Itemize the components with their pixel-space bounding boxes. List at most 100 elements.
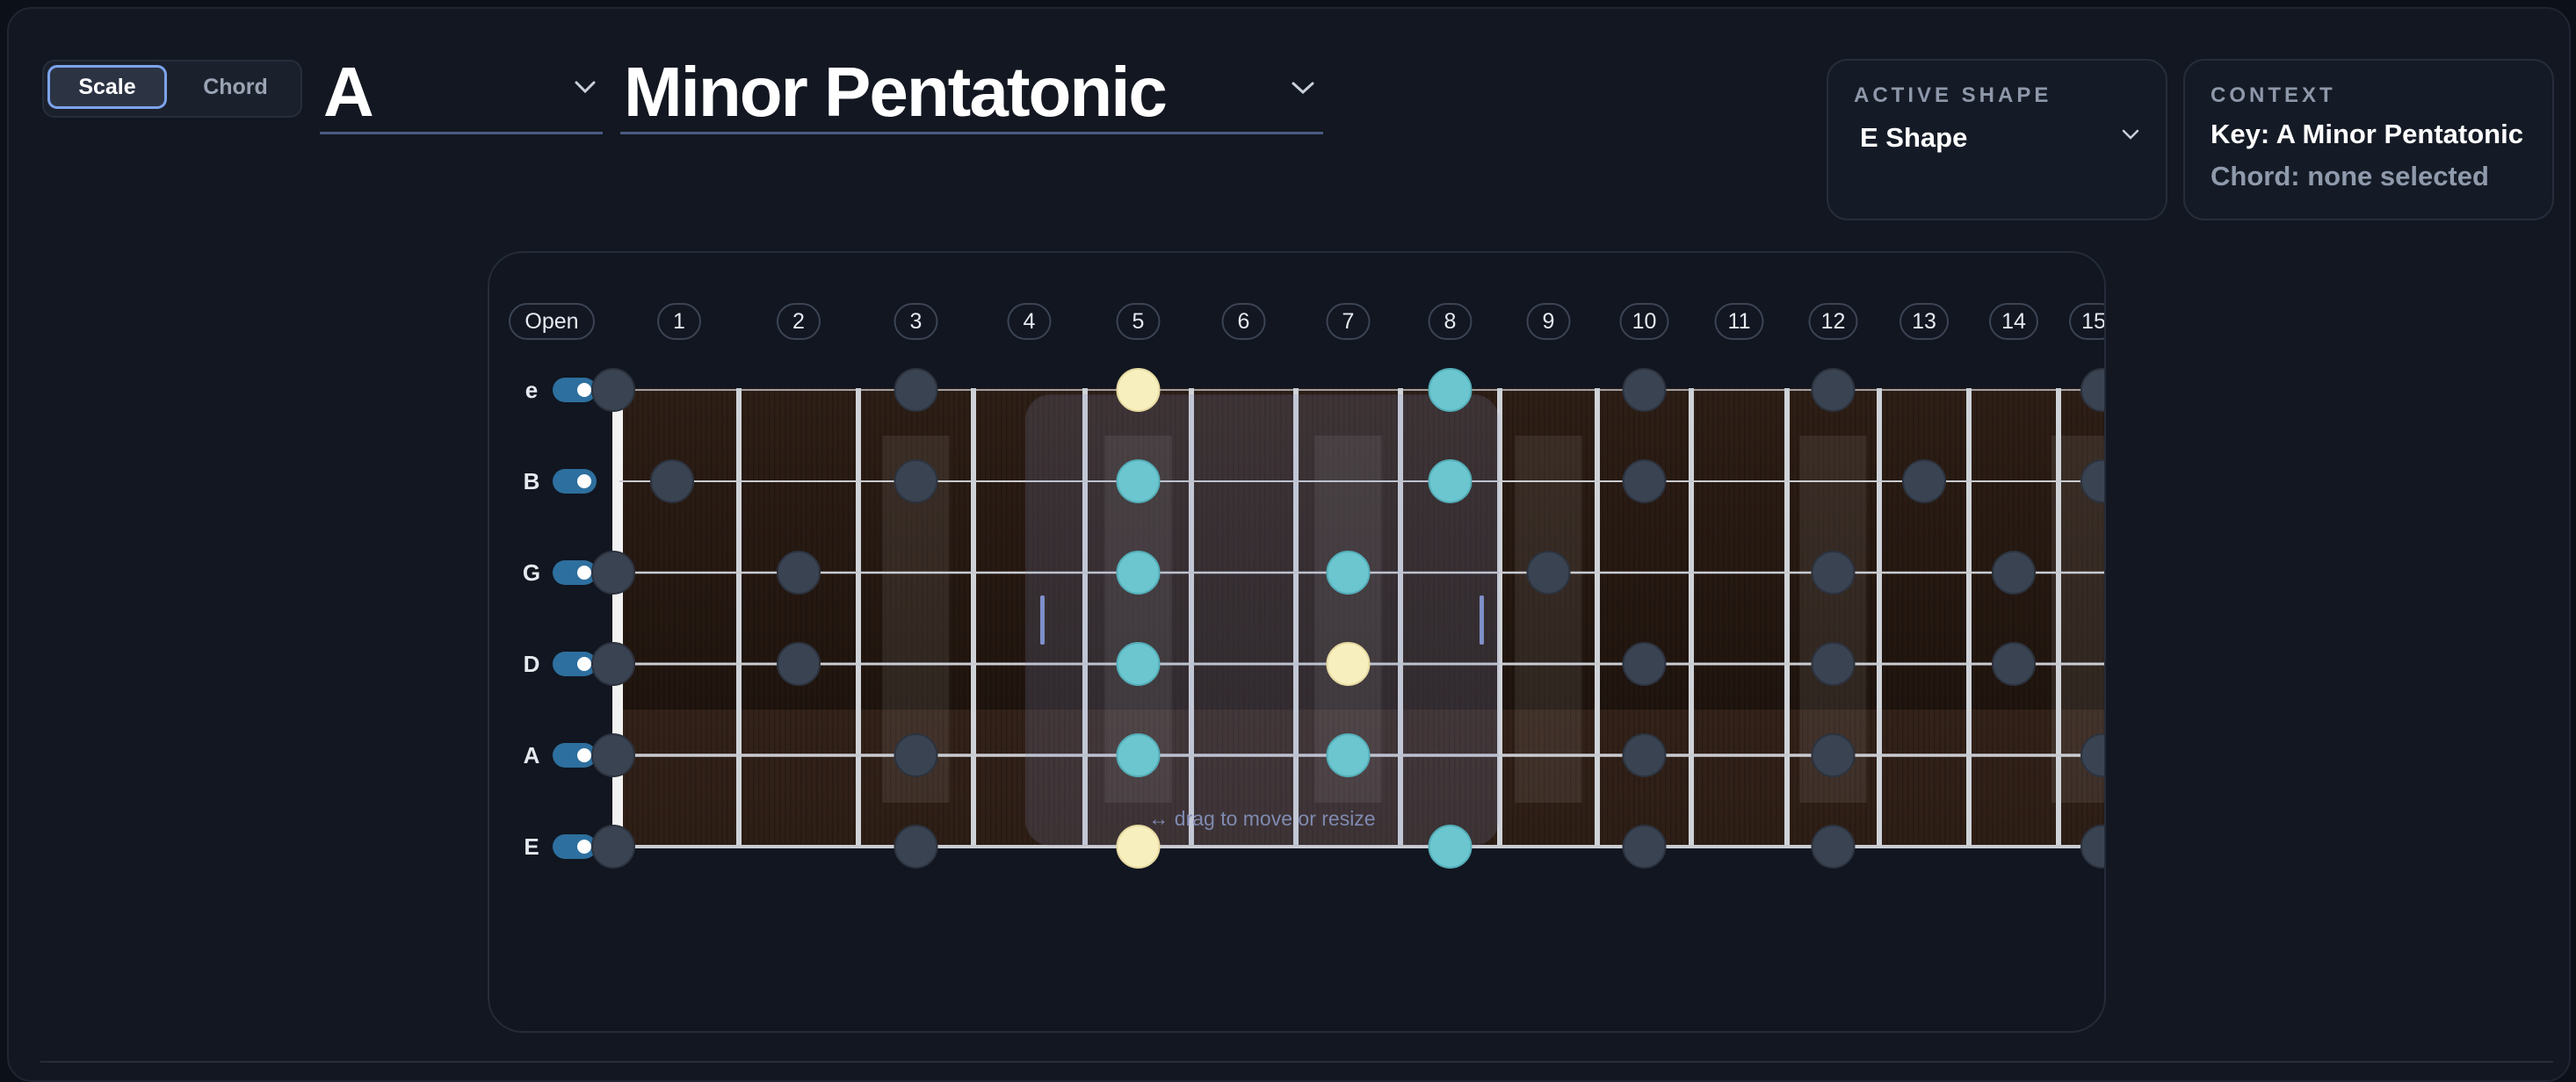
toggle-knob[interactable] xyxy=(577,383,591,397)
note-B-fret-5-shape[interactable] xyxy=(1116,459,1161,503)
note-G-fret-2-scale[interactable] xyxy=(777,551,821,595)
note-e-fret-0-scale[interactable] xyxy=(591,368,635,412)
note-D-fret-0-scale[interactable] xyxy=(591,642,635,686)
note-G-fret-12-scale[interactable] xyxy=(1811,551,1856,595)
fret-wire-3 xyxy=(971,388,976,845)
fret-label-text: 8 xyxy=(1444,309,1457,334)
context-chord-text: Chord: none selected xyxy=(2211,161,2489,191)
note-E-fret-0-scale[interactable] xyxy=(591,825,635,869)
fret-wire-1 xyxy=(736,388,742,845)
note-G-fret-7-shape[interactable] xyxy=(1326,551,1371,595)
note-D-fret-10-scale[interactable] xyxy=(1622,642,1667,686)
toggle-knob[interactable] xyxy=(577,566,591,580)
note-G-fret-14-scale[interactable] xyxy=(1992,551,2036,595)
string-toggle-A[interactable] xyxy=(553,743,597,768)
mode-toggle: Scale Chord xyxy=(42,60,302,118)
fret-label-3: 3 xyxy=(894,303,938,340)
shape-overlay[interactable] xyxy=(1025,394,1499,846)
string-label-A: A xyxy=(524,742,540,768)
string-toggle-D[interactable] xyxy=(553,652,597,676)
fret-label-text: 5 xyxy=(1132,309,1145,334)
note-e-fret-10-scale[interactable] xyxy=(1622,368,1667,412)
fret-wire-13 xyxy=(1966,388,1972,845)
note-E-fret-12-scale[interactable] xyxy=(1811,825,1856,869)
note-E-fret-8-shape[interactable] xyxy=(1428,825,1473,869)
note-G-fret-5-shape[interactable] xyxy=(1116,551,1161,595)
note-B-fret-13-scale[interactable] xyxy=(1902,459,1946,503)
note-e-fret-12-scale[interactable] xyxy=(1811,368,1856,412)
fret-wire-9 xyxy=(1595,388,1600,845)
fret-label-6: 6 xyxy=(1221,303,1266,340)
fret-label-text: 2 xyxy=(792,309,805,334)
note-B-fret-10-scale[interactable] xyxy=(1622,459,1667,503)
fret-label-11: 11 xyxy=(1714,303,1764,340)
note-A-fret-3-scale[interactable] xyxy=(894,733,938,777)
fret-label-text: 4 xyxy=(1024,309,1036,334)
string-toggle-E[interactable] xyxy=(553,834,597,859)
toggle-knob[interactable] xyxy=(577,474,591,488)
note-A-fret-5-shape[interactable] xyxy=(1116,733,1161,777)
scale-select-value: Minor Pentatonic xyxy=(624,53,1168,131)
shape-drag-hint: ↔ drag to move or resize xyxy=(1148,807,1375,830)
fret-label-text: 7 xyxy=(1342,309,1355,334)
fret-wire-2 xyxy=(856,388,861,845)
fret-label-text: 13 xyxy=(1912,309,1936,334)
fret-label-text: 11 xyxy=(1728,309,1751,334)
fret-wire-11 xyxy=(1784,388,1790,845)
note-G-fret-0-scale[interactable] xyxy=(591,551,635,595)
string-toggle-G[interactable] xyxy=(553,560,597,585)
string-label-D: D xyxy=(524,651,540,677)
note-D-fret-2-scale[interactable] xyxy=(777,642,821,686)
fret-label-1: 1 xyxy=(657,303,701,340)
fret-label-13: 13 xyxy=(1899,303,1949,340)
fret-label-2: 2 xyxy=(777,303,821,340)
key-select[interactable]: A xyxy=(320,53,603,134)
divider xyxy=(40,1061,2553,1063)
key-select-value: A xyxy=(323,53,374,131)
note-A-fret-7-shape[interactable] xyxy=(1326,733,1371,777)
fret-label-10: 10 xyxy=(1619,303,1669,340)
scale-mode-button[interactable]: Scale xyxy=(47,65,167,109)
note-E-fret-3-scale[interactable] xyxy=(894,825,938,869)
note-A-fret-10-scale[interactable] xyxy=(1622,733,1667,777)
note-B-fret-3-scale[interactable] xyxy=(894,459,938,503)
note-e-fret-5-root[interactable] xyxy=(1116,368,1161,412)
note-D-fret-12-scale[interactable] xyxy=(1811,642,1856,686)
toggle-knob[interactable] xyxy=(577,748,591,762)
toggle-knob[interactable] xyxy=(577,840,591,854)
fret-wire-10 xyxy=(1689,388,1694,845)
note-e-fret-3-scale[interactable] xyxy=(894,368,938,412)
active-shape-label: ACTIVE SHAPE xyxy=(1854,83,2052,107)
fret-label-text: 3 xyxy=(910,309,923,334)
fretboard-panel: ↔ drag to move or resize Open 1 2 3 4 5 6 7 8 9 10… xyxy=(488,251,2106,1033)
note-E-fret-5-root[interactable] xyxy=(1116,825,1161,869)
active-shape-value: E Shape xyxy=(1860,122,1968,153)
fret-label-4: 4 xyxy=(1007,303,1052,340)
active-shape-select[interactable]: E Shape xyxy=(1860,119,2141,157)
string-toggle-e[interactable] xyxy=(553,378,597,402)
fret-label-12: 12 xyxy=(1808,303,1858,340)
note-B-fret-8-shape[interactable] xyxy=(1428,459,1473,503)
note-e-fret-8-shape[interactable] xyxy=(1428,368,1473,412)
shape-resize-handle-left[interactable] xyxy=(1040,595,1045,645)
note-D-fret-5-shape[interactable] xyxy=(1116,642,1161,686)
string-label-B: B xyxy=(524,468,540,494)
note-D-fret-14-scale[interactable] xyxy=(1992,642,2036,686)
note-A-fret-0-scale[interactable] xyxy=(591,733,635,777)
string-toggle-B[interactable] xyxy=(553,469,597,494)
fret-label-text: 9 xyxy=(1543,309,1555,334)
note-B-fret-1-scale[interactable] xyxy=(650,459,694,503)
fret-label-14: 14 xyxy=(1989,303,2038,340)
string-label-E: E xyxy=(524,833,539,860)
note-A-fret-12-scale[interactable] xyxy=(1811,733,1856,777)
note-D-fret-7-root[interactable] xyxy=(1326,642,1371,686)
chevron-down-icon xyxy=(1292,82,1314,95)
shape-resize-handle-right[interactable] xyxy=(1480,595,1484,645)
string-label-e: e xyxy=(525,377,538,403)
scale-select[interactable]: Minor Pentatonic xyxy=(620,53,1323,134)
note-E-fret-10-scale[interactable] xyxy=(1622,825,1667,869)
note-G-fret-9-scale[interactable] xyxy=(1526,551,1571,595)
chord-mode-button[interactable]: Chord xyxy=(174,65,297,109)
fret-wire-14 xyxy=(2056,388,2061,845)
toggle-knob[interactable] xyxy=(577,657,591,671)
